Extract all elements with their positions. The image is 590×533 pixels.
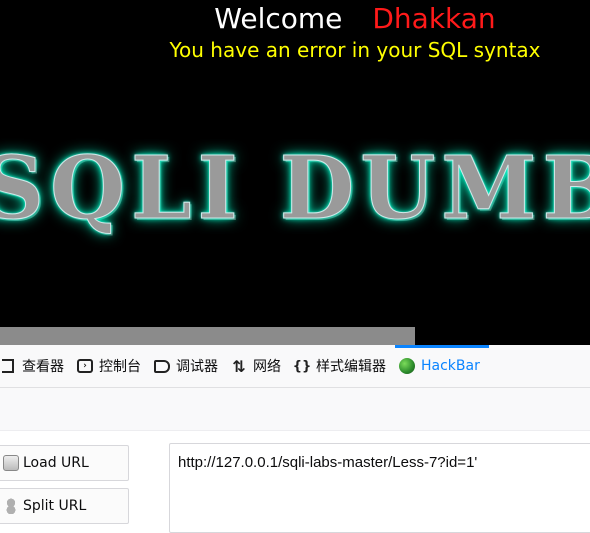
sql-error-message: You have an error in your SQL syntax [169,38,541,62]
horizontal-scrollbar[interactable] [0,327,590,345]
inspector-icon [0,358,16,374]
split-url-icon [3,498,19,514]
tab-inspector[interactable]: 查看器 [0,345,73,387]
tab-label: 样式编辑器 [316,359,386,375]
tab-label: 调试器 [176,359,218,375]
console-icon: › [77,358,93,374]
user-name: Dhakkan [372,2,496,35]
page-viewport: Welcome Dhakkan You have an error in your… [0,0,590,345]
load-url-icon [3,455,19,471]
tab-label: 控制台 [99,359,141,375]
url-textarea[interactable]: http://127.0.0.1/sqli-labs-master/Less-7… [169,443,590,533]
load-url-button[interactable]: Load URL [0,445,129,481]
welcome-label: Welcome [214,2,343,35]
sqli-dumb-banner: SQLI DUMB [0,138,590,240]
split-url-label: Split URL [23,498,87,514]
style-editor-icon: {} [292,358,312,374]
tab-hackbar[interactable]: HackBar [395,345,489,387]
tab-label: HackBar [421,358,480,374]
tab-label: 网络 [253,359,281,375]
welcome-line: Welcome Dhakkan [0,2,590,35]
tab-style-editor[interactable]: {} 样式编辑器 [290,345,395,387]
load-url-label: Load URL [23,455,89,471]
split-url-button[interactable]: Split URL [0,488,129,524]
devtools-tab-bar: 查看器 › 控制台 调试器 ⇅ 网络 {} 样式编辑器 HackBar [0,345,590,388]
hackbar-panel: Load URL Split URL http://127.0.0.1/sqli… [0,431,590,533]
hackbar-icon [399,358,415,374]
hackbar-toolbar [0,388,590,431]
tab-console[interactable]: › 控制台 [73,345,150,387]
debugger-icon [154,358,170,374]
tab-network[interactable]: ⇅ 网络 [227,345,290,387]
scrollbar-thumb[interactable] [0,327,415,345]
network-icon: ⇅ [232,356,246,376]
tab-label: 查看器 [22,359,64,375]
tab-debugger[interactable]: 调试器 [150,345,227,387]
